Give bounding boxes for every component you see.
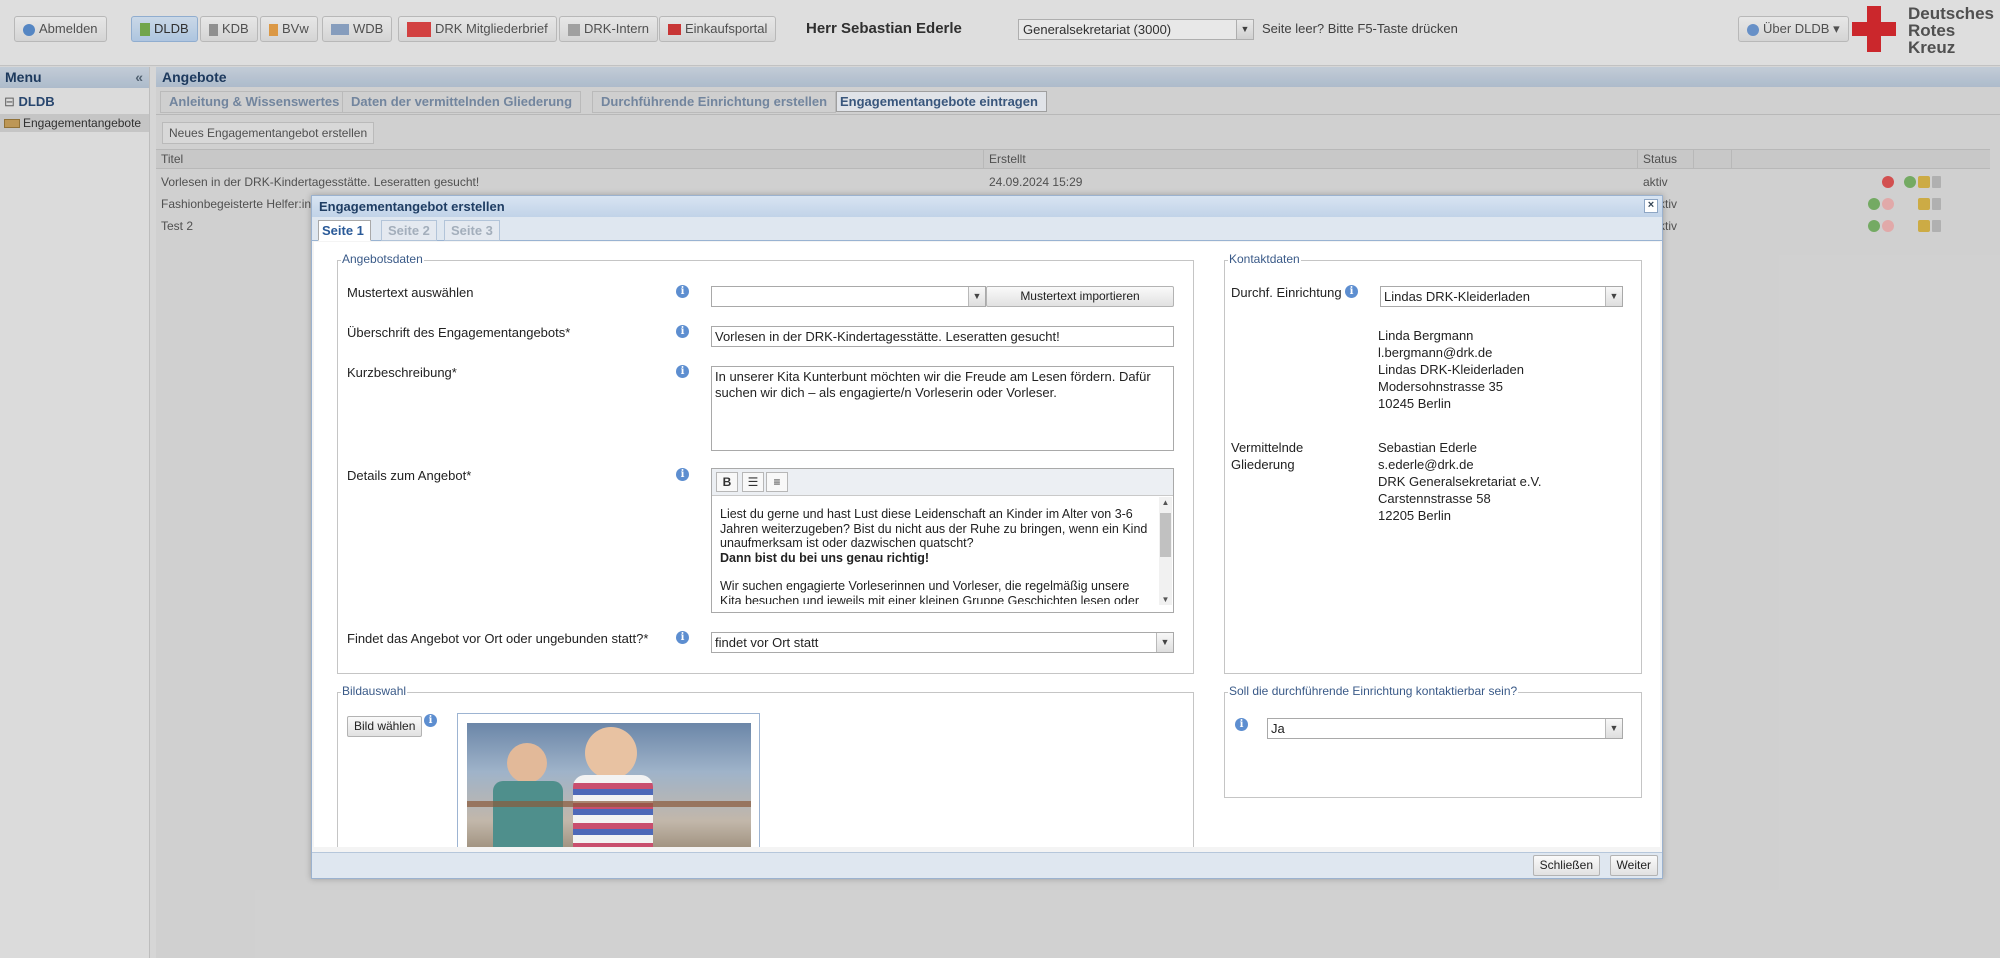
- choose-image-button[interactable]: Bild wählen: [347, 716, 423, 737]
- info-icon[interactable]: i: [676, 468, 689, 481]
- tab-page-1[interactable]: Seite 1: [318, 220, 371, 241]
- location-label: Findet das Angebot vor Ort oder ungebund…: [347, 631, 649, 646]
- location-select[interactable]: findet vor Ort statt ▼: [711, 632, 1174, 653]
- close-icon[interactable]: ×: [1644, 199, 1658, 213]
- details-editor[interactable]: B ☰ ≡ Liest du gerne und hast Lust diese…: [711, 468, 1174, 613]
- dialog-footer: Schließen Weiter: [312, 852, 1662, 878]
- next-button[interactable]: Weiter: [1609, 855, 1658, 876]
- image-preview: [457, 713, 760, 847]
- contact-legend: Kontaktdaten: [1228, 252, 1301, 266]
- info-icon[interactable]: i: [676, 325, 689, 338]
- facility-label: Durchf. Einrichtung: [1231, 285, 1342, 300]
- children-photo: [467, 723, 751, 847]
- reachable-fieldset: Soll die durchführende Einrichtung konta…: [1224, 684, 1642, 798]
- reachable-legend: Soll die durchführende Einrichtung konta…: [1228, 684, 1519, 698]
- close-button[interactable]: Schließen: [1532, 855, 1600, 876]
- info-icon[interactable]: i: [1345, 285, 1358, 298]
- facility-contact: Linda Bergmann l.bergmann@drk.de Lindas …: [1378, 328, 1524, 411]
- mediator-contact: Sebastian Ederle s.ederle@drk.de DRK Gen…: [1378, 440, 1542, 523]
- chevron-down-icon: ▼: [1605, 719, 1622, 738]
- editor-toolbar: B ☰ ≡: [712, 469, 1173, 496]
- reachable-select[interactable]: Ja ▼: [1267, 718, 1623, 739]
- import-template-button[interactable]: Mustertext importieren: [986, 286, 1174, 307]
- details-label: Details zum Angebot*: [347, 468, 472, 483]
- numbered-list-icon[interactable]: ≡: [766, 472, 788, 492]
- info-icon[interactable]: i: [1235, 718, 1248, 731]
- facility-select[interactable]: Lindas DRK-Kleiderladen ▼: [1380, 286, 1623, 307]
- bullet-list-icon[interactable]: ☰: [742, 472, 764, 492]
- editor-scrollbar[interactable]: ▲ ▼: [1159, 497, 1172, 605]
- mediator-label: Vermittelnde Gliederung: [1231, 440, 1304, 472]
- chevron-down-icon: ▼: [1156, 633, 1173, 652]
- dialog-title: Engagementangebot erstellen ×: [312, 196, 1662, 217]
- template-label: Mustertext auswählen: [347, 285, 474, 300]
- create-offer-dialog: Engagementangebot erstellen × Seite 1 Sei…: [311, 195, 1663, 879]
- scroll-thumb[interactable]: [1160, 513, 1171, 557]
- chevron-down-icon: ▼: [968, 287, 985, 306]
- tab-page-2[interactable]: Seite 2: [381, 220, 437, 241]
- heading-input[interactable]: Vorlesen in der DRK-Kindertagesstätte. L…: [711, 326, 1174, 347]
- chevron-down-icon: ▼: [1605, 287, 1622, 306]
- info-icon[interactable]: i: [676, 365, 689, 378]
- short-description-label: Kurzbeschreibung*: [347, 365, 457, 380]
- dialog-tabs: Seite 1 Seite 2 Seite 3: [312, 217, 1662, 241]
- template-select[interactable]: ▼: [711, 286, 986, 307]
- scroll-up-icon[interactable]: ▲: [1159, 498, 1172, 507]
- editor-content[interactable]: Liest du gerne und hast Lust diese Leide…: [720, 507, 1150, 604]
- heading-label: Überschrift des Engagementangebots*: [347, 325, 571, 340]
- offer-data-legend: Angebotsdaten: [341, 252, 424, 266]
- scroll-down-icon[interactable]: ▼: [1159, 595, 1172, 604]
- info-icon[interactable]: i: [676, 631, 689, 644]
- tab-page-3[interactable]: Seite 3: [444, 220, 500, 241]
- info-icon[interactable]: i: [676, 285, 689, 298]
- dialog-body: Angebotsdaten Mustertext auswählen i ▼ M…: [314, 242, 1660, 847]
- info-icon[interactable]: i: [424, 714, 437, 727]
- short-description-textarea[interactable]: In unserer Kita Kunterbunt möchten wir d…: [711, 366, 1174, 451]
- image-legend: Bildauswahl: [341, 684, 408, 698]
- bold-button[interactable]: B: [716, 472, 738, 492]
